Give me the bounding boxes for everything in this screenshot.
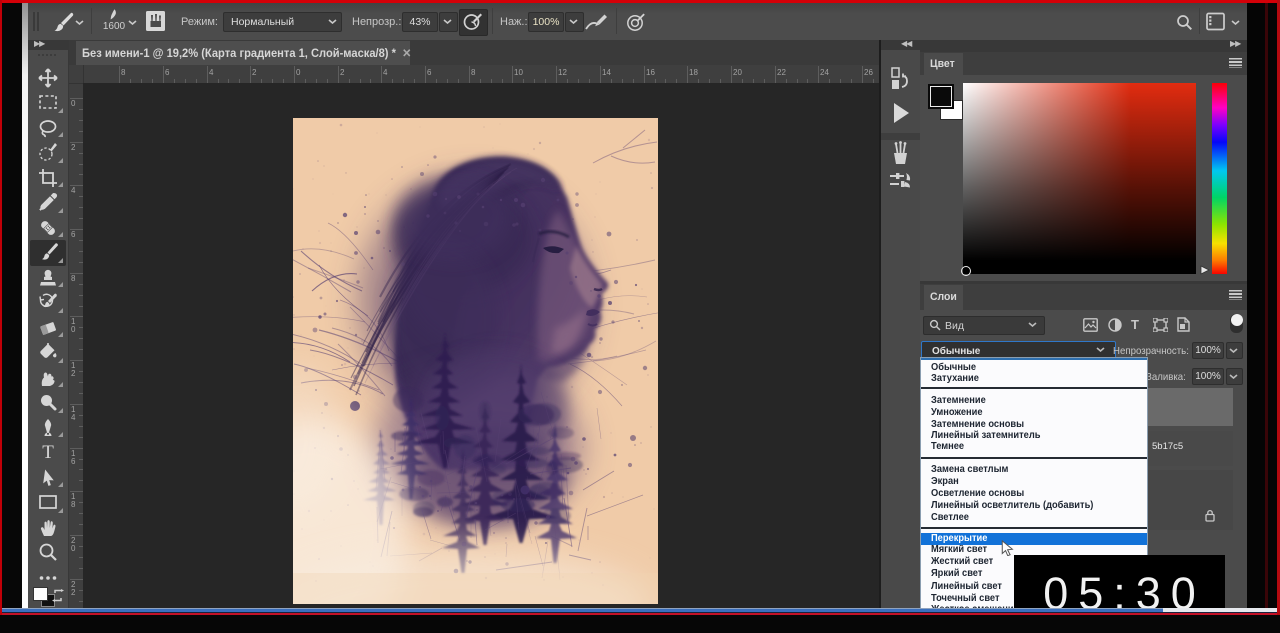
- svg-text:T: T: [42, 442, 54, 462]
